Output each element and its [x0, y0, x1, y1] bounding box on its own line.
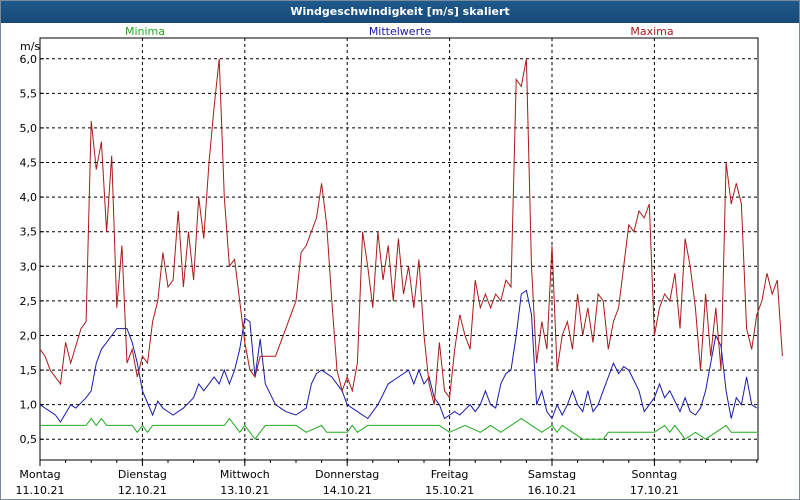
- x-day-label: Sonntag: [632, 468, 678, 481]
- x-date-label: 11.10.21: [16, 484, 65, 497]
- x-date-label: 15.10.21: [425, 484, 474, 497]
- x-day-label: Mittwoch: [220, 468, 270, 481]
- legend-minima: Minima: [125, 25, 165, 38]
- x-axis-ticks: Montag 11.10.21 Dienstag 12.10.21 Mittwoch 13…: [16, 460, 758, 497]
- y-tick-label: 3,0: [20, 260, 38, 273]
- y-tick-label: 5,5: [20, 87, 38, 100]
- x-day-label: Donnerstag: [315, 468, 379, 481]
- y-tick-label: 6,0: [20, 53, 38, 66]
- wind-speed-chart: 0,5 1,0 1,5 2,0 2,5 3,0 3,5 4,0 4,5 5,0 5,5 6,0 Mon…: [16, 25, 783, 497]
- y-tick-label: 0,5: [20, 433, 38, 446]
- x-date-label: 14.10.21: [323, 484, 372, 497]
- x-date-label: 12.10.21: [118, 484, 167, 497]
- legend-mittelwerte: Mittelwerte: [369, 25, 432, 38]
- x-date-label: 13.10.21: [220, 484, 269, 497]
- x-day-label: Freitag: [431, 468, 469, 481]
- y-tick-label: 2,0: [20, 329, 38, 342]
- y-tick-label: 2,5: [20, 295, 38, 308]
- y-tick-label: 1,0: [20, 399, 38, 412]
- x-date-label: 17.10.21: [630, 484, 679, 497]
- y-tick-label: 4,5: [20, 157, 38, 170]
- y-tick-label: 1,5: [20, 364, 38, 377]
- y-tick-label: 5,0: [20, 122, 38, 135]
- y-tick-label: 4,0: [20, 191, 38, 204]
- x-day-label: Samstag: [528, 468, 576, 481]
- y-axis-label: m/s: [20, 40, 40, 53]
- x-date-label: 16.10.21: [528, 484, 577, 497]
- legend-maxima: Maxima: [630, 25, 673, 38]
- x-day-label: Dienstag: [118, 468, 167, 481]
- y-tick-label: 3,5: [20, 226, 38, 239]
- x-day-label: Montag: [19, 468, 60, 481]
